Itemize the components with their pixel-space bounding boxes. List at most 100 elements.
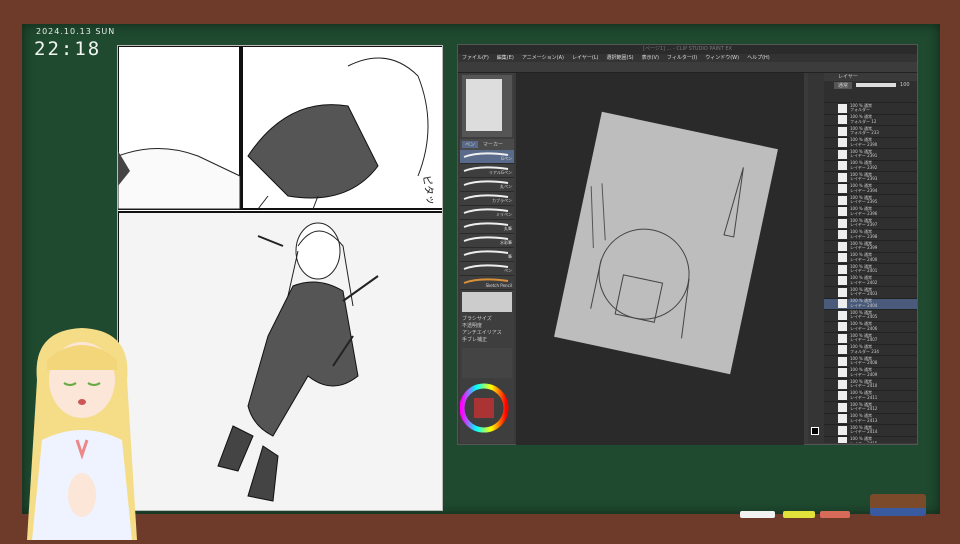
brush-item[interactable]: リアルGペン bbox=[460, 164, 514, 178]
layer-row[interactable]: 100 % 通常 レイヤー 2399 bbox=[824, 241, 917, 253]
blend-mode-select[interactable]: 通常 bbox=[834, 81, 853, 89]
layer-thumbnail bbox=[838, 115, 847, 125]
layer-name: レイヤー 2406 bbox=[850, 325, 878, 331]
yellow-chalk bbox=[783, 511, 815, 518]
brush-size-presets[interactable] bbox=[462, 348, 512, 378]
menu-view[interactable]: 表示(V) bbox=[642, 54, 659, 62]
layer-thumbnail bbox=[838, 241, 847, 251]
tab-marker[interactable]: マーカー bbox=[480, 141, 506, 148]
layer-row[interactable]: 100 % 通常 レイヤー 2410 bbox=[824, 379, 917, 391]
brush-name: 水彩筆 bbox=[500, 240, 512, 245]
layer-row[interactable]: 100 % 通常 レイヤー 2402 bbox=[824, 276, 917, 287]
layer-name: フォルダー 12 bbox=[850, 118, 877, 124]
layer-thumbnail bbox=[838, 287, 847, 297]
layer-row[interactable]: 100 % 通常 レイヤー 2406 bbox=[824, 322, 917, 333]
menu-help[interactable]: ヘルプ(H) bbox=[747, 54, 770, 62]
layer-thumbnail bbox=[838, 276, 847, 286]
brush-item[interactable]: Sketch Pencil bbox=[460, 276, 514, 290]
brush-item[interactable]: 丸筆 bbox=[460, 220, 514, 234]
layer-row[interactable]: 100 % 通常 レイヤー 2407 bbox=[824, 333, 917, 345]
brush-size-label[interactable]: ブラシサイズ bbox=[462, 316, 512, 323]
layer-row[interactable]: 100 % 通常 レイヤー 2391 bbox=[824, 149, 917, 161]
color-wheel[interactable] bbox=[459, 380, 514, 440]
menu-selection[interactable]: 選択範囲(S) bbox=[607, 54, 634, 62]
main-color-swatch[interactable] bbox=[811, 427, 819, 435]
canvas-area[interactable] bbox=[516, 73, 804, 445]
layer-thumbnail bbox=[838, 333, 847, 343]
layer-row[interactable]: 100 % 通常 レイヤー 2394 bbox=[824, 184, 917, 195]
layer-thumbnail bbox=[838, 161, 847, 171]
layer-row[interactable]: 100 % 通常 レイヤー 2401 bbox=[824, 264, 917, 276]
layer-row[interactable]: 100 % 通常 レイヤー 2395 bbox=[824, 195, 917, 207]
layer-row[interactable]: 100 % 通常 レイヤー 2412 bbox=[824, 402, 917, 414]
layer-thumbnail bbox=[838, 103, 847, 113]
layer-thumbnail bbox=[838, 299, 847, 309]
tab-pen[interactable]: ペン bbox=[462, 141, 479, 148]
layer-row[interactable]: 100 % 通常 レイヤー 2393 bbox=[824, 172, 917, 184]
brush-item[interactable]: カブラペン bbox=[460, 192, 514, 206]
command-bar[interactable] bbox=[458, 62, 917, 73]
tab-layer[interactable]: レイヤー bbox=[824, 73, 917, 81]
layer-thumbnail bbox=[838, 218, 847, 228]
red-chalk bbox=[820, 511, 850, 518]
layer-row[interactable]: 100 % 通常レイヤー 2415 bbox=[824, 437, 917, 443]
layer-name: レイヤー 2409 bbox=[850, 371, 878, 377]
layer-name: レイヤー 2399 bbox=[850, 245, 878, 251]
antialias-label[interactable]: アンチエイリアス bbox=[462, 330, 512, 337]
layer-row[interactable]: 100 % 通常 レイヤー 2403 bbox=[824, 287, 917, 299]
layer-row[interactable]: 100 % 通常 レイヤー 2414 bbox=[824, 425, 917, 437]
layer-row[interactable]: 100 % 通常 レイヤー 2413 bbox=[824, 414, 917, 425]
layer-row[interactable]: 100 % 通常 フォルダー 233 bbox=[824, 126, 917, 138]
layer-row[interactable]: 100 % 通常 レイヤー 2390 bbox=[824, 138, 917, 149]
brush-item[interactable]: 筆 bbox=[460, 248, 514, 262]
manga-artwork: ピタッ bbox=[118, 46, 442, 510]
layer-row[interactable]: 100 % 通常 レイヤー 2398 bbox=[824, 230, 917, 241]
menu-animation[interactable]: アニメーション(A) bbox=[522, 54, 564, 62]
layer-name: フォルダー 234 bbox=[850, 348, 879, 354]
brush-item[interactable]: ミリペン bbox=[460, 206, 514, 220]
brush-item[interactable]: 丸ペン bbox=[460, 178, 514, 192]
layer-name: レイヤー 2410 bbox=[850, 383, 878, 389]
vtuber-avatar bbox=[22, 320, 142, 540]
stabilization-label[interactable]: 手ブレ補正 bbox=[462, 337, 512, 344]
layer-row[interactable]: 100 % 通常 レイヤー 2400 bbox=[824, 253, 917, 264]
layer-row[interactable]: 100 % 通常 レイヤー 2408 bbox=[824, 356, 917, 368]
layer-row[interactable]: 100 % 通常 レイヤー 2397 bbox=[824, 218, 917, 230]
brush-name: ペン bbox=[504, 268, 512, 273]
layer-row[interactable]: 100 % 通常 フォルダー 12 bbox=[824, 115, 917, 126]
menu-bar: ファイル(F) 編集(E) アニメーション(A) レイヤー(L) 選択範囲(S)… bbox=[458, 54, 917, 62]
menu-edit[interactable]: 編集(E) bbox=[497, 54, 514, 62]
brush-item[interactable]: Gペン bbox=[460, 150, 514, 164]
layer-row[interactable]: 100 % 通常 レイヤー 2411 bbox=[824, 391, 917, 402]
layer-row[interactable]: 100 % 通常 フォルダー 234 bbox=[824, 345, 917, 356]
layer-name: レイヤー 2397 bbox=[850, 222, 878, 228]
menu-window[interactable]: ウィンドウ(W) bbox=[705, 54, 739, 62]
brush-item[interactable]: 水彩筆 bbox=[460, 234, 514, 248]
layer-toolbar[interactable] bbox=[824, 89, 917, 103]
opacity-value[interactable]: 100 bbox=[900, 82, 910, 88]
layer-row[interactable]: 100 % 通常 フォルダー bbox=[824, 103, 917, 115]
brush-item[interactable]: ペン bbox=[460, 262, 514, 276]
layer-thumbnail bbox=[838, 345, 847, 355]
layer-name: レイヤー 2395 bbox=[850, 199, 878, 205]
layer-thumbnail bbox=[838, 425, 847, 435]
tool-palette[interactable] bbox=[808, 73, 824, 443]
brush-name: 筆 bbox=[508, 254, 512, 259]
layer-thumbnail bbox=[838, 310, 847, 320]
drawing-canvas[interactable] bbox=[516, 73, 804, 445]
menu-filter[interactable]: フィルター(I) bbox=[667, 54, 697, 62]
brush-name: 丸筆 bbox=[504, 226, 512, 231]
layer-row[interactable]: 100 % 通常 レイヤー 2396 bbox=[824, 207, 917, 218]
opacity-label[interactable]: 不透明度 bbox=[462, 323, 512, 330]
layer-row[interactable]: 100 % 通常 レイヤー 2409 bbox=[824, 368, 917, 379]
layer-row[interactable]: 100 % 通常 レイヤー 2405 bbox=[824, 310, 917, 322]
menu-file[interactable]: ファイル(F) bbox=[462, 54, 489, 62]
layer-name: レイヤー 2401 bbox=[850, 268, 878, 274]
layer-row[interactable]: 100 % 通常 レイヤー 2404 bbox=[824, 298, 917, 310]
layer-row[interactable]: 100 % 通常 レイヤー 2392 bbox=[824, 161, 917, 172]
layer-list: 100 % 通常 フォルダー 100 % 通常 フォルダー 12 100 % 通常 フォル… bbox=[824, 103, 917, 443]
opacity-slider[interactable] bbox=[856, 83, 897, 87]
layer-name: フォルダー bbox=[850, 107, 870, 113]
menu-layer[interactable]: レイヤー(L) bbox=[572, 54, 599, 62]
manga-page: ピタッ bbox=[117, 45, 443, 511]
